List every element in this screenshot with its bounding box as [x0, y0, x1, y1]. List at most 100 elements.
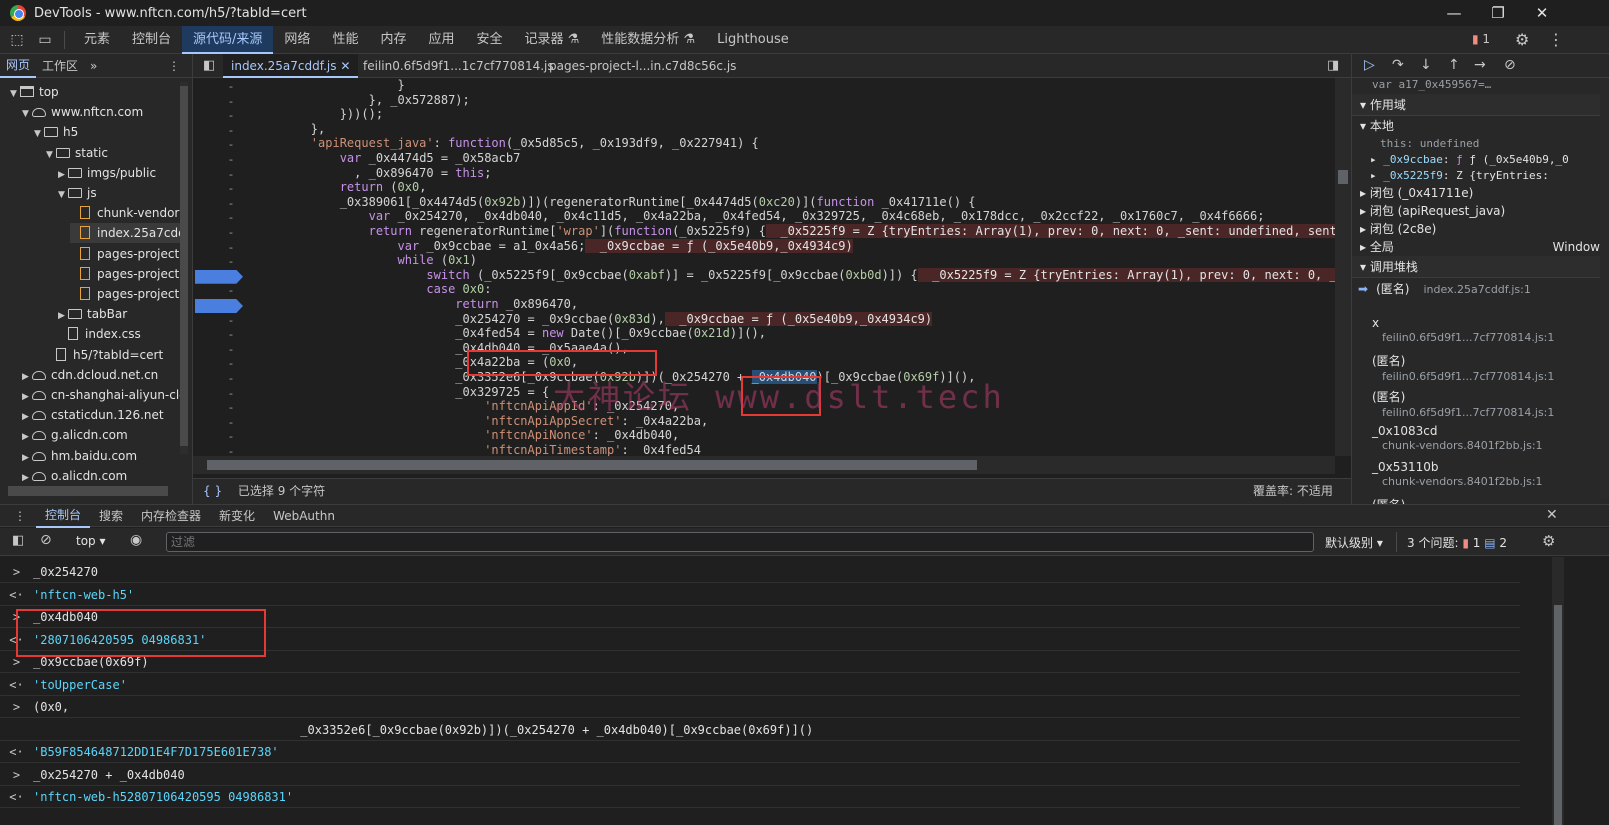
device-toolbar-icon[interactable]: ▭ — [34, 29, 56, 51]
breakpoint-marker[interactable] — [195, 299, 243, 313]
more-options-icon[interactable]: ⋮ — [1548, 30, 1564, 49]
step-icon[interactable]: → — [1474, 57, 1486, 73]
context-selector[interactable]: top ▾ — [76, 534, 106, 548]
panel-tab-6[interactable]: 应用 — [417, 26, 465, 54]
editor-tab-feilin[interactable]: feilin0.6f5d9f1...1c7cf770814.js — [355, 54, 562, 78]
console-prompt-icon: <· — [9, 745, 24, 759]
console-filter-input[interactable] — [166, 532, 1314, 552]
panel-tab-7[interactable]: 安全 — [465, 26, 513, 54]
call-frame[interactable]: _0x1083cd chunk-vendors.8401f2bb.js:1 — [1372, 424, 1543, 452]
issues-warn-count: 1 — [1472, 536, 1481, 550]
panel-tab-2[interactable]: 源代码/来源 — [182, 25, 274, 54]
tree-item[interactable]: ▶ cn-shanghai-aliyun-clc — [22, 385, 186, 405]
code-line: var _0x254270, _0x4db040, _0x4c11d5, _0x… — [368, 209, 1265, 224]
drawer-tab-1[interactable]: 搜索 — [90, 505, 132, 527]
debugger-scrollbar[interactable] — [1600, 78, 1609, 498]
tree-scrollbar[interactable] — [180, 82, 188, 454]
closure-3[interactable]: ▸ 闭包 (2c8e) — [1360, 220, 1436, 238]
drawer-menu-icon[interactable]: ⋮ — [0, 505, 36, 527]
tree-item[interactable]: index.25a7cdd — [70, 223, 186, 244]
close-drawer-icon[interactable]: ✕ — [1546, 507, 1558, 523]
tab-workspace[interactable]: 工作区 — [36, 57, 84, 74]
step-out-icon[interactable]: ↑ — [1448, 57, 1460, 73]
closure-1[interactable]: ▸ 闭包 (_0x41711e) — [1360, 184, 1473, 202]
tree-item[interactable]: ▶ o.alicdn.com — [22, 466, 127, 486]
folder-icon — [44, 127, 58, 138]
editor-tab-index[interactable]: index.25a7cddf.js ✕ — [223, 54, 359, 78]
issues-counter[interactable]: ▮ 1 — [1472, 32, 1490, 46]
call-frame-location: chunk-vendors.8401f2bb.js:1 — [1382, 439, 1543, 452]
global-scope[interactable]: ▸ 全局 Window — [1360, 238, 1600, 256]
restore-icon[interactable]: ❐ — [1488, 3, 1508, 23]
local-scope-header[interactable]: ▾ 本地 — [1360, 117, 1394, 135]
call-frame[interactable]: x feilin0.6f5d9f1...7cf770814.js:1 — [1372, 316, 1554, 344]
scope-section-header[interactable]: ▾ 作用域 — [1352, 94, 1609, 116]
call-frame[interactable]: _0x53110b chunk-vendors.8401f2bb.js:1 — [1372, 460, 1543, 488]
step-into-icon[interactable]: ↓ — [1420, 57, 1432, 73]
panel-tab-0[interactable]: 元素 — [73, 26, 121, 54]
code-vscrollbar[interactable] — [1335, 78, 1351, 456]
console-sidebar-icon[interactable]: ◧ — [12, 533, 24, 548]
tree-item[interactable]: ▶ g.alicdn.com — [22, 425, 128, 445]
tab-page[interactable]: 网页 — [0, 54, 37, 78]
resume-icon[interactable]: ▷ — [1364, 57, 1375, 73]
drawer-tab-3[interactable]: 新变化 — [210, 505, 264, 527]
close-window-icon[interactable]: ✕ — [1532, 3, 1552, 23]
callstack-section-header[interactable]: ▾ 调用堆栈 — [1352, 256, 1609, 278]
drawer-tab-2[interactable]: 内存检查器 — [132, 505, 210, 527]
step-over-icon[interactable]: ↷ — [1392, 57, 1404, 73]
drawer-tab-4[interactable]: WebAuthn — [264, 505, 344, 527]
tree-item[interactable]: ▶ cdn.dcloud.net.cn — [22, 365, 158, 385]
drawer-tab-0[interactable]: 控制台 — [36, 504, 91, 528]
panel-tab-4[interactable]: 性能 — [321, 26, 369, 54]
panel-tab-9[interactable]: 性能数据分析 ⚗ — [590, 26, 706, 54]
log-level-dropdown[interactable]: 默认级别 ▾ — [1325, 534, 1383, 551]
live-expression-eye-icon[interactable]: ◉ — [130, 532, 142, 548]
tree-item[interactable]: ▼ h5 — [34, 122, 78, 142]
tree-item[interactable]: ▶ hm.baidu.com — [22, 446, 137, 466]
tree-hscrollbar[interactable] — [8, 486, 168, 496]
close-tab-icon[interactable]: ✕ — [340, 59, 350, 73]
closure-2[interactable]: ▸ 闭包 (apiRequest_java) — [1360, 202, 1505, 220]
tree-item[interactable]: index.css — [58, 324, 141, 344]
local-5225f9[interactable]: ▸ _0x5225f9: Z {tryEntries: — [1370, 167, 1549, 185]
tree-item[interactable]: pages-project — [70, 284, 179, 304]
tree-item[interactable]: pages-project — [70, 244, 179, 264]
tree-item[interactable]: ▼ www.nftcn.com — [22, 102, 143, 122]
toggle-debugger-icon[interactable]: ◨ — [1327, 58, 1339, 73]
call-frame[interactable]: ➡ (匿名) index.25a7cddf.js:1 — [1352, 280, 1600, 297]
breakpoint-marker[interactable] — [195, 269, 243, 284]
code-hscrollbar[interactable] — [193, 456, 1335, 474]
tree-item[interactable]: chunk-vendors — [70, 203, 186, 223]
tree-item[interactable]: pages-project — [70, 264, 179, 284]
navigator-menu-icon[interactable]: ⋮ — [162, 59, 186, 73]
settings-gear-icon[interactable]: ⚙ — [1515, 30, 1529, 49]
panel-tab-3[interactable]: 网络 — [273, 26, 321, 54]
cloud-icon — [32, 108, 46, 118]
tree-item[interactable]: ▼ js — [58, 183, 97, 203]
call-frame[interactable]: (匿名) feilin0.6f5d9f1...7cf770814.js:1 — [1372, 352, 1554, 383]
minimize-icon[interactable]: — — [1444, 3, 1464, 23]
line-gutter[interactable]: --------------------------- — [193, 78, 253, 473]
console-settings-icon[interactable]: ⚙ — [1542, 532, 1555, 550]
panel-tab-8[interactable]: 记录器 ⚗ — [514, 26, 591, 54]
call-frame[interactable]: (匿名) feilin0.6f5d9f1...7cf770814.js:1 — [1372, 388, 1554, 419]
tree-item[interactable]: ▼ static — [46, 143, 108, 163]
panel-tab-1[interactable]: 控制台 — [121, 26, 182, 54]
panel-tab-5[interactable]: 内存 — [369, 26, 417, 54]
deactivate-breakpoints-icon[interactable]: ⊘ — [1504, 57, 1516, 73]
console-issues[interactable]: 3 个问题: ▮ 1 ▤ 2 — [1407, 534, 1507, 551]
tree-item[interactable]: ▼ top — [10, 82, 59, 102]
clear-console-icon[interactable]: ⊘ — [40, 532, 52, 548]
tree-item[interactable]: h5/?tabId=cert — [46, 345, 163, 365]
console-scrollbar[interactable] — [1552, 557, 1564, 825]
tree-item[interactable]: ▶ imgs/public — [58, 163, 156, 183]
panel-tab-10[interactable]: Lighthouse — [706, 26, 800, 54]
tree-item[interactable]: ▶ tabBar — [58, 304, 127, 324]
inspect-element-icon[interactable]: ⬚ — [6, 29, 28, 51]
toggle-navigator-icon[interactable]: ◧ — [203, 58, 215, 73]
pretty-print-icon[interactable]: { } — [203, 484, 222, 498]
tree-item[interactable]: ▶ cstaticdun.126.net — [22, 405, 164, 425]
editor-tab-pages[interactable]: pages-project-l...in.c7d8c56c.js — [541, 54, 744, 78]
more-tabs-icon[interactable]: » — [84, 59, 103, 73]
